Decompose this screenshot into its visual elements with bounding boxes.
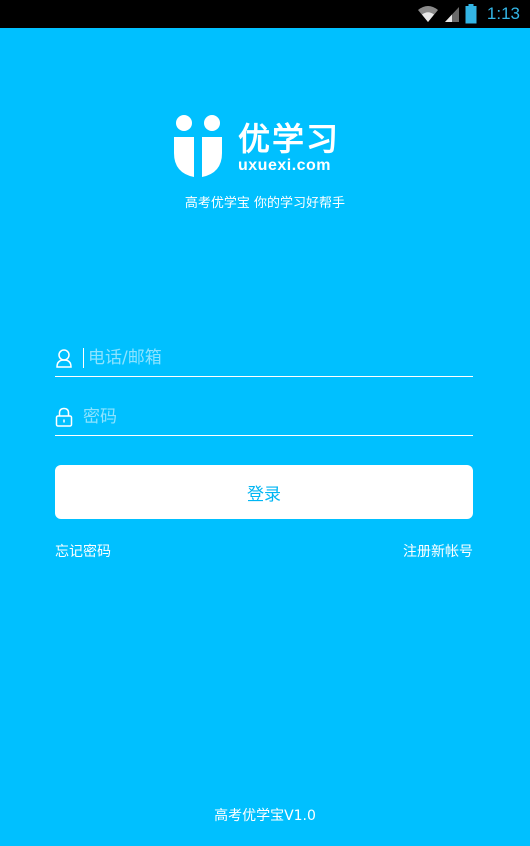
text-cursor [83, 347, 84, 368]
app-version: 高考优学宝V1.0 [214, 808, 316, 824]
phone-input[interactable] [88, 342, 473, 373]
logo-text-cn: 优学习 [238, 120, 341, 158]
login-screen: 优学习 uxuexi.com 高考优学宝 你的学习好帮手 登录 忘记密码 注册新… [0, 28, 530, 846]
password-input[interactable] [83, 401, 473, 432]
logo-mark-icon [174, 115, 222, 177]
forgot-password-link[interactable]: 忘记密码 [55, 541, 111, 561]
slogan: 高考优学宝 你的学习好帮手 [184, 196, 346, 211]
lock-icon [55, 407, 73, 427]
login-button[interactable]: 登录 [55, 465, 473, 519]
app-logo: 优学习 uxuexi.com [170, 113, 370, 183]
password-field [55, 398, 473, 436]
clock-time: 1:13 [486, 4, 520, 23]
wifi-icon [417, 6, 438, 22]
battery-icon [465, 4, 477, 24]
status-icons [417, 4, 477, 24]
signal-icon [444, 7, 459, 22]
user-icon [56, 348, 72, 368]
status-bar: 1:13 [0, 0, 530, 28]
logo-text-en: uxuexi.com [238, 157, 332, 174]
phone-field [55, 339, 473, 377]
register-link[interactable]: 注册新帐号 [403, 541, 473, 561]
